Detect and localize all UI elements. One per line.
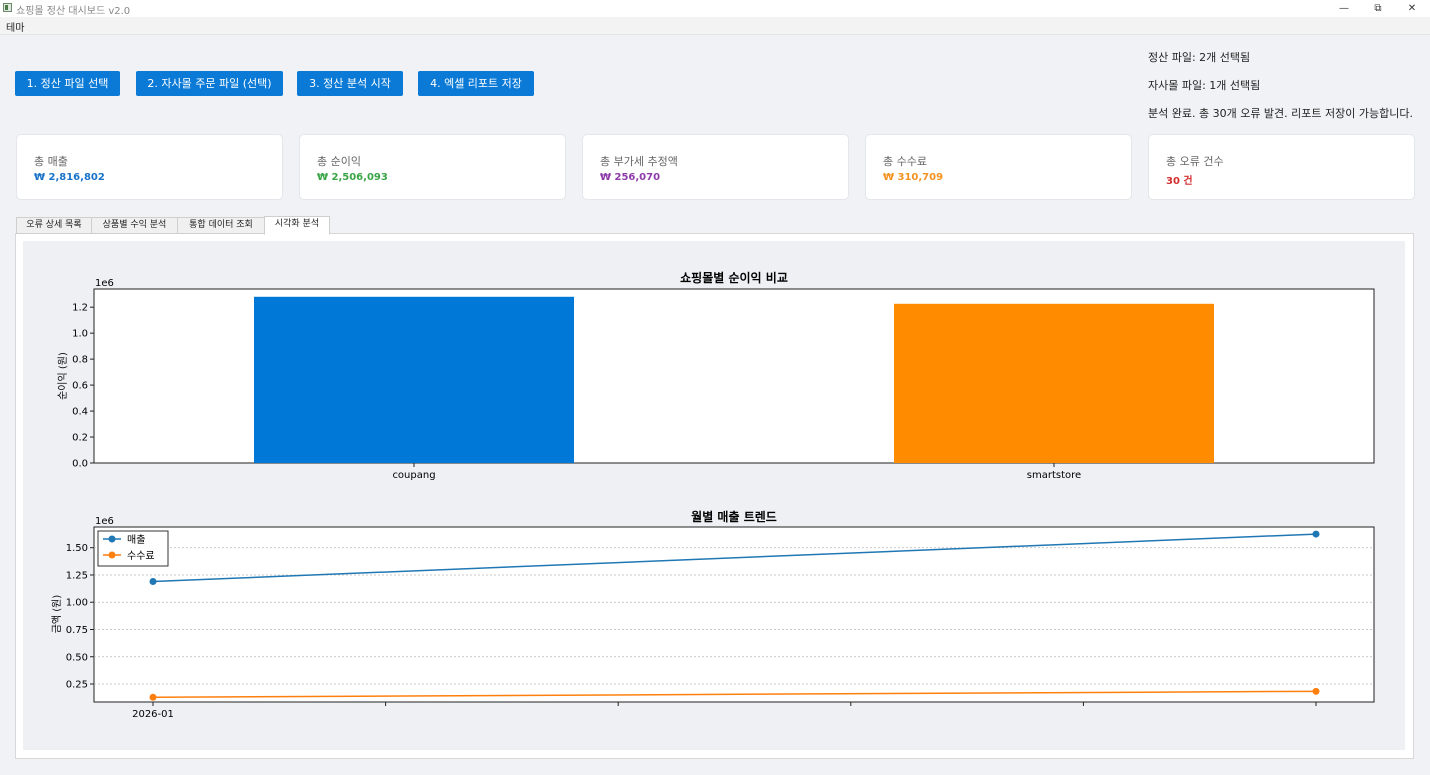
save-excel-report-button[interactable]: 4. 엑셀 리포트 저장 [418,71,534,96]
line-chart-ytick-label: 0.50 [66,652,88,663]
card-label: 총 순이익 [317,155,361,168]
bar-chart-xtick-label: coupang [392,470,435,481]
legend-label-sales: 매출 [127,534,145,546]
bar-chart-title: 쇼핑몰별 순이익 비교 [680,270,788,285]
total-sales-card: 총 매출 ₩ 2,816,802 [16,134,283,200]
line-chart-ytick-label: 0.75 [66,625,88,636]
card-label: 총 오류 건수 [1166,155,1224,168]
legend-label-fee: 수수료 [127,550,155,562]
line-chart-ytick-label: 1.50 [66,543,88,554]
line-chart-offset-label: 1e6 [95,516,114,527]
bar-chart-ytick-label: 1.2 [72,303,88,314]
card-value: 30 건 [1166,176,1193,187]
bar-chart-xtick-label: smartstore [1027,470,1081,481]
total-vat-card: 총 부가세 추정액 ₩ 256,070 [582,134,849,200]
legend-marker-fee [108,551,116,559]
bar-chart-ylabel: 순이익 (원) [57,352,69,400]
total-net-profit-card: 총 순이익 ₩ 2,506,093 [299,134,566,200]
charts-canvas: 쇼핑몰별 순이익 비교 1e6 순이익 (원) 0.0 0.2 0.4 0.6 0.8 1… [51,270,1375,720]
line-point-0 [149,578,157,586]
card-value: ₩ 2,816,802 [34,172,105,183]
bar-coupang [254,296,574,463]
bar-chart-ytick-label: 0.2 [72,433,88,444]
app-icon [3,3,12,12]
menu-theme[interactable]: 테마 [6,19,24,34]
close-button[interactable]: ✕ [1395,0,1429,17]
bar-chart-ytick-label: 0.6 [72,381,88,392]
line-point-1 [149,693,157,701]
title-bar: 쇼핑몰 정산 대시보드 v2.0 — ⧉ ✕ [0,0,1430,17]
bar-chart-ytick-label: 1.0 [72,329,88,340]
tab-visualization[interactable]: 시각화 분석 [264,216,330,235]
tab-error-details[interactable]: 오류 상세 목록 [16,217,92,234]
card-label: 총 부가세 추정액 [600,155,678,168]
select-own-order-file-button[interactable]: 2. 자사몰 주문 파일 (선택) [136,71,283,96]
line-point-1 [1312,687,1320,695]
minimize-button[interactable]: — [1327,0,1361,17]
total-error-count-card: 총 오류 건수 30 건 [1148,134,1415,200]
card-value: ₩ 310,709 [883,172,944,183]
bar-chart-offset-label: 1e6 [95,278,114,289]
select-settlement-file-button[interactable]: 1. 정산 파일 선택 [15,71,120,96]
start-analysis-button[interactable]: 3. 정산 분석 시작 [297,71,403,96]
bar-chart-ytick-label: 0.0 [72,459,88,470]
line-point-0 [1312,530,1320,538]
card-value: ₩ 256,070 [600,172,661,183]
card-label: 총 수수료 [883,155,927,168]
line-chart-xtick-label: 2026-01 [132,709,174,720]
line-chart-ytick-label: 1.25 [66,570,88,581]
bar-chart-ytick-label: 0.8 [72,355,88,366]
bar-smartstore [894,303,1214,463]
total-fee-card: 총 수수료 ₩ 310,709 [865,134,1132,200]
window-title: 쇼핑몰 정산 대시보드 v2.0 [16,6,131,17]
bar-chart-ytick-label: 0.4 [72,407,88,418]
settlement-files-status: 정산 파일: 2개 선택됨 [1148,51,1251,64]
legend-marker-sales [108,535,116,543]
line-chart-axes [93,526,1375,703]
line-chart-ytick-label: 1.00 [66,598,88,609]
tab-integrated-data[interactable]: 통합 데이터 조회 [177,217,265,234]
line-chart-ylabel: 금액 (원) [51,595,63,634]
chart-figure: 쇼핑몰별 순이익 비교 1e6 순이익 (원) 0.0 0.2 0.4 0.6 0.8 1… [23,241,1405,750]
card-value: ₩ 2,506,093 [317,172,388,183]
tab-product-profit[interactable]: 상품별 수익 분석 [91,217,178,234]
line-chart-title: 월별 매출 트렌드 [691,509,777,524]
line-chart-ytick-label: 0.25 [66,680,88,691]
line-chart-legend: 매출 수수료 [97,530,169,567]
card-label: 총 매출 [34,155,68,168]
menu-bar: 테마 [0,17,1430,35]
own-files-status: 자사몰 파일: 1개 선택됨 [1148,79,1261,92]
restore-button[interactable]: ⧉ [1361,0,1395,17]
analysis-status: 분석 완료. 총 30개 오류 발견. 리포트 저장이 가능합니다. [1148,107,1413,120]
